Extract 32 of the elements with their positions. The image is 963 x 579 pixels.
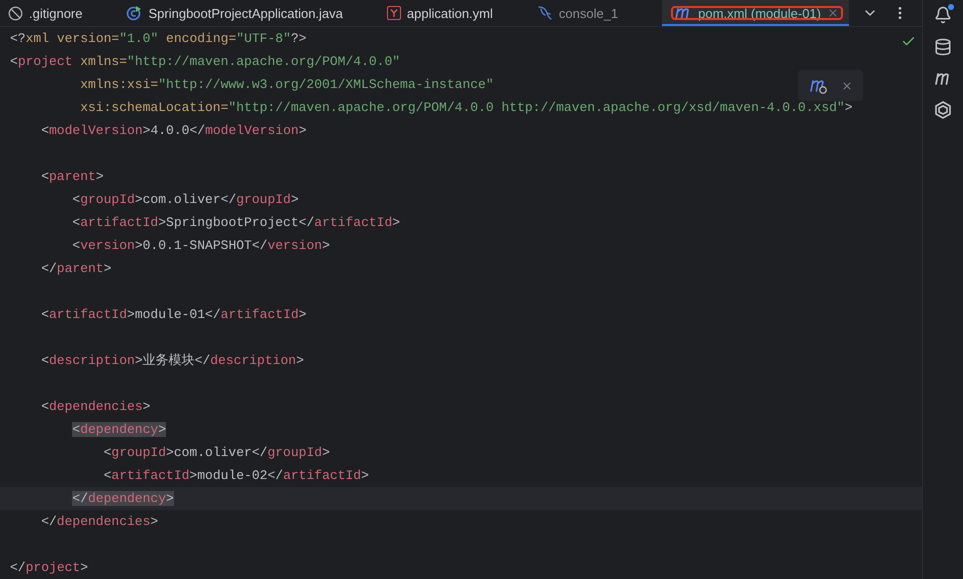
code-line: <groupId>com.oliver</groupId>: [104, 444, 330, 462]
notifications-icon[interactable]: [934, 6, 952, 24]
yaml-file-icon: [386, 6, 401, 20]
editor-tab[interactable]: .gitignore: [8, 0, 82, 26]
dolphin-icon: [536, 5, 553, 21]
close-icon[interactable]: [840, 80, 852, 92]
close-icon[interactable]: [827, 7, 839, 19]
code-line: xsi:schemaLocation="http://maven.apache.org/POM/4.0.0 http://maven.apache.org/xsd/maven-4.0.0.xsd">: [80, 99, 853, 117]
code-line: </dependencies>: [41, 513, 158, 531]
editor-tab[interactable]: console_1: [536, 0, 618, 26]
code-line: <description>业务模块</description>: [41, 352, 304, 370]
code-line: </parent>: [41, 260, 112, 278]
code-line: <artifactId>module-02</artifactId>: [104, 467, 369, 485]
maven-icon[interactable]: [934, 70, 952, 86]
code-line: <project xmlns="http://maven.apache.org/POM/4.0.0": [10, 53, 400, 71]
code-line: <parent>: [41, 168, 104, 186]
code-line: <?xml version="1.0" encoding="UTF-8"?>: [10, 30, 306, 48]
code-line: xmlns:xsi="http://www.w3.org/2001/XMLSchema-instance": [80, 76, 494, 94]
java-class-icon: [126, 5, 142, 21]
editor-tab[interactable]: pom.xml (module-01): [662, 0, 849, 26]
editor-tab[interactable]: SpringbootProjectApplication.java: [126, 0, 343, 26]
code-line: </project>: [10, 559, 88, 577]
editor-tab[interactable]: application.yml: [386, 0, 493, 26]
code-line: <groupId>com.oliver</groupId>: [72, 191, 299, 209]
code-line: <artifactId>SpringbootProject</artifactId>: [72, 214, 400, 232]
code-line: <artifactId>module-01</artifactId>: [41, 306, 306, 324]
code-line: <modelVersion>4.0.0</modelVersion>: [41, 122, 306, 140]
no-entry-icon: [8, 6, 23, 20]
ai-assistant-icon[interactable]: [933, 100, 953, 120]
code-line: <version>0.0.1-SNAPSHOT</version>: [72, 237, 330, 255]
code-line: <dependencies>: [41, 398, 150, 416]
database-icon[interactable]: [934, 38, 952, 56]
